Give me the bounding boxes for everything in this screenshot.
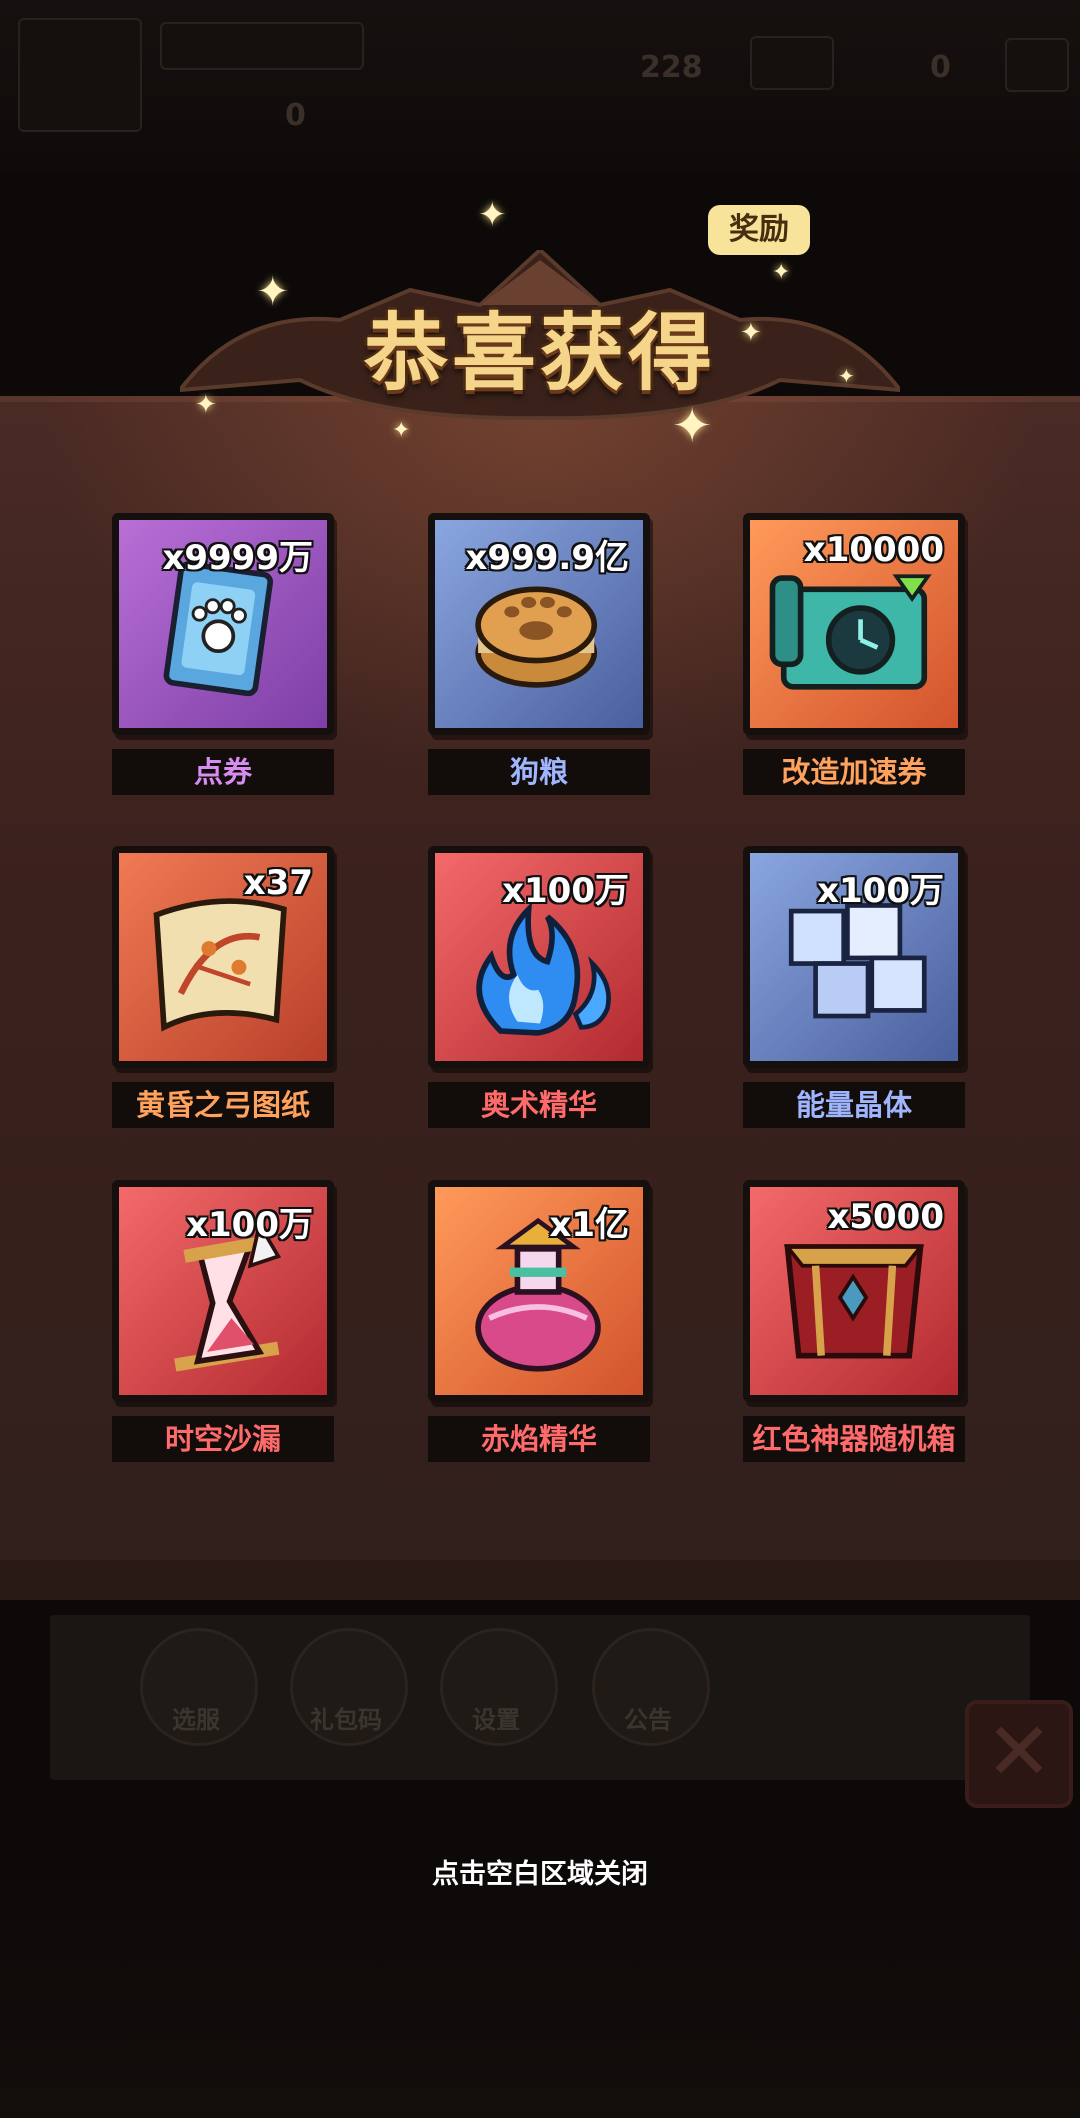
sparkle-icon: ✦ [478, 195, 507, 235]
item-icon-frame: x100万 [428, 846, 650, 1068]
background-settings-label: 设置 [472, 1706, 520, 1734]
item-icon-frame: x999.9亿 [428, 513, 650, 735]
panel-bottom-edge [0, 1560, 1080, 1600]
item-quantity: x10000 [803, 530, 944, 570]
item-icon-frame: x5000 [743, 1180, 965, 1402]
item-name: 红色神器随机箱 [743, 1416, 965, 1462]
background-giftcode-label: 礼包码 [310, 1706, 382, 1734]
sparkle-icon: ✦ [256, 269, 290, 315]
sparkle-icon: ✦ [392, 418, 411, 443]
close-hint[interactable]: 点击空白区域关闭 [0, 1852, 1080, 1891]
sparkle-icon: ✦ [772, 260, 791, 285]
background-bottom-nav [0, 1880, 1080, 2118]
item-quantity: x1亿 [549, 1205, 629, 1245]
reward-badge: 奖励 [708, 205, 810, 255]
sparkle-icon: ✦ [672, 398, 713, 454]
background-name-box [160, 22, 364, 70]
item-icon-frame: x10000 [743, 513, 965, 735]
item-quantity: x9999万 [162, 538, 313, 578]
item-quantity: x5000 [827, 1197, 944, 1237]
item-name: 奥术精华 [428, 1082, 650, 1128]
background-stat-2: 0 [285, 98, 306, 133]
item-icon-frame: x100万 [743, 846, 965, 1068]
background-settings-box [1005, 38, 1069, 92]
sparkle-icon: ✦ [195, 390, 217, 420]
item-name: 时空沙漏 [112, 1416, 334, 1462]
background-avatar-frame [18, 18, 142, 132]
background-close-icon: ✕ [965, 1700, 1073, 1808]
background-stat-1: 228 [640, 50, 703, 85]
item-icon-frame: x37 [112, 846, 334, 1068]
item-name: 能量晶体 [743, 1082, 965, 1128]
sparkle-icon: ✦ [740, 318, 762, 348]
item-quantity: x37 [243, 863, 313, 903]
item-quantity: x100万 [502, 871, 629, 911]
item-name: 赤焰精华 [428, 1416, 650, 1462]
item-quantity: x100万 [186, 1205, 313, 1245]
background-stat-3: 0 [930, 50, 951, 85]
item-quantity: x100万 [817, 871, 944, 911]
item-icon-frame: x100万 [112, 1180, 334, 1402]
popup-title: 恭喜获得 [363, 304, 716, 402]
background-currency-box [750, 36, 834, 90]
background-notice-label: 公告 [624, 1706, 672, 1734]
item-icon-frame: x1亿 [428, 1180, 650, 1402]
sparkle-icon: ✦ [838, 364, 855, 388]
background-server-label: 选服 [172, 1706, 220, 1734]
item-name: 狗粮 [428, 749, 650, 795]
item-quantity: x999.9亿 [465, 538, 629, 578]
item-name: 黄昏之弓图纸 [112, 1082, 334, 1128]
item-name: 点券 [112, 749, 334, 795]
item-icon-frame: x9999万 [112, 513, 334, 735]
item-name: 改造加速券 [743, 749, 965, 795]
